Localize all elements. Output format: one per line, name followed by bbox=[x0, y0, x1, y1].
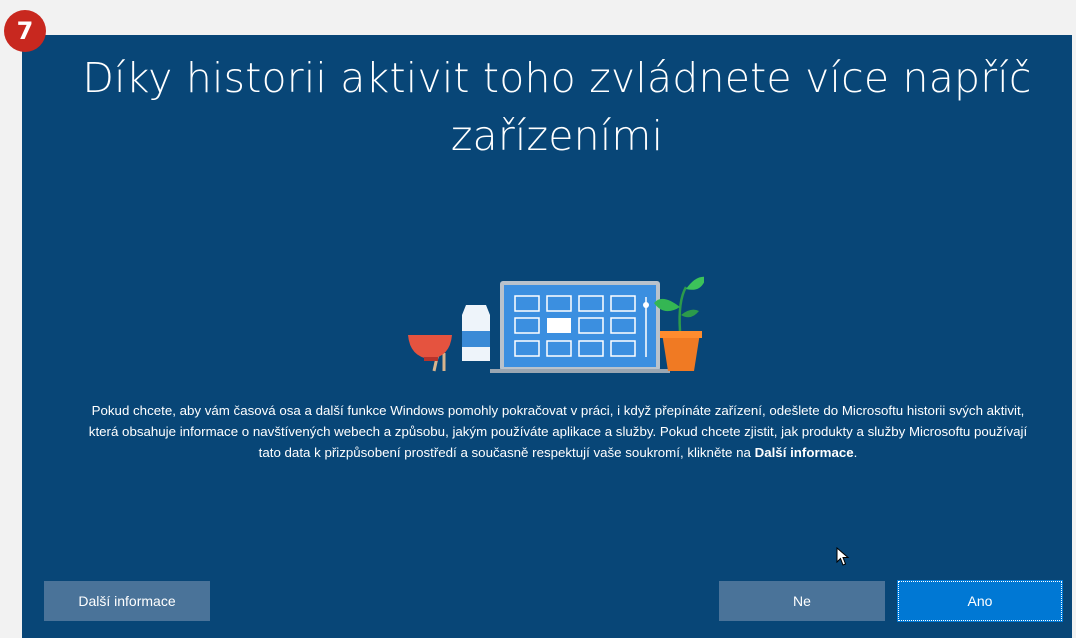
title-line-2: zařízeními bbox=[450, 112, 664, 160]
activity-history-illustration bbox=[408, 276, 704, 373]
title-line-1: Díky historii aktivit toho zvládnete víc… bbox=[82, 54, 1032, 102]
page-title: Díky historii aktivit toho zvládnete víc… bbox=[82, 49, 1032, 165]
bowl-icon bbox=[408, 335, 452, 372]
oobe-screen: Díky historii aktivit toho zvládnete víc… bbox=[22, 35, 1072, 638]
more-info-inline-link[interactable]: Další informace bbox=[755, 445, 854, 460]
yes-button[interactable]: Ano bbox=[897, 580, 1063, 622]
description-main: Pokud chcete, aby vám časová osa a další… bbox=[88, 403, 1028, 461]
plant-icon bbox=[654, 276, 704, 371]
laptop-icon bbox=[490, 281, 670, 373]
mouse-pointer-icon bbox=[836, 547, 850, 566]
description-end: . bbox=[853, 445, 858, 461]
bottle-icon bbox=[462, 305, 490, 361]
step-badge: 7 bbox=[4, 10, 46, 52]
more-info-button[interactable]: Další informace bbox=[44, 581, 210, 621]
no-button[interactable]: Ne bbox=[719, 581, 885, 621]
description-text: Pokud chcete, aby vám časová osa a další… bbox=[80, 400, 1036, 463]
